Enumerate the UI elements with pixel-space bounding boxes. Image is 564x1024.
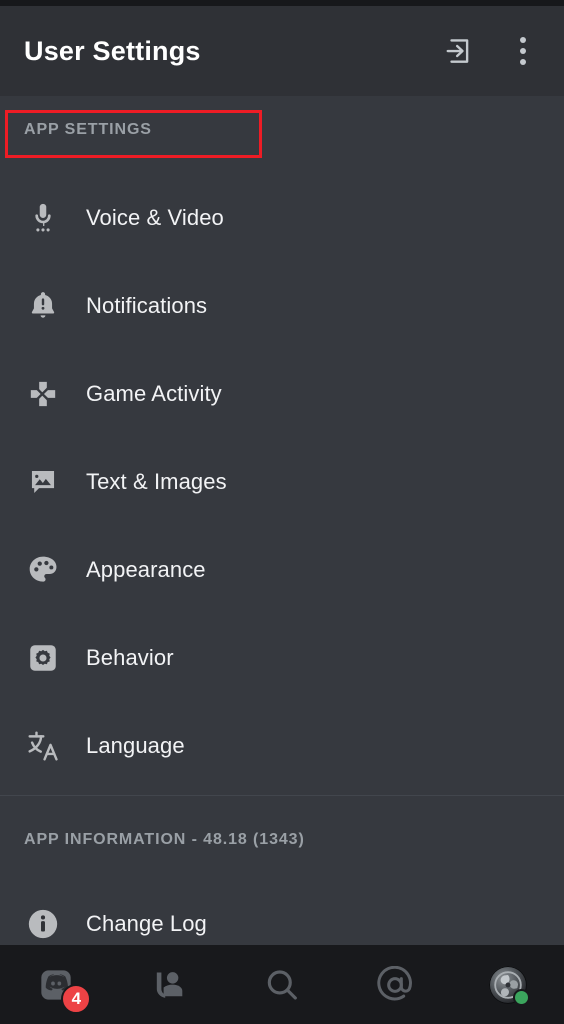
- settings-item-label: Notifications: [86, 293, 208, 318]
- settings-item-language[interactable]: Language: [0, 702, 564, 790]
- settings-item-behavior[interactable]: Behavior: [0, 614, 564, 702]
- settings-item-label: Voice & Video: [86, 205, 224, 230]
- settings-item-notifications[interactable]: Notifications: [0, 262, 564, 350]
- unread-badge: 4: [61, 983, 92, 1014]
- at-mention-icon: [377, 965, 412, 1000]
- avatar: [488, 965, 530, 1006]
- search-icon: [267, 969, 297, 1000]
- microphone-icon: [0, 174, 86, 262]
- more-vertical-icon[interactable]: [506, 34, 540, 68]
- nav-item-search[interactable]: [226, 945, 339, 1024]
- bottom-navigation-bar: 4: [0, 945, 564, 1024]
- header-actions: [442, 34, 564, 68]
- kebab-dots: [520, 37, 527, 65]
- section-label: APP SETTINGS: [24, 121, 152, 138]
- settings-item-voice-video[interactable]: Voice & Video: [0, 174, 564, 262]
- gear-square-icon: [0, 614, 86, 702]
- settings-item-game-activity[interactable]: Game Activity: [0, 350, 564, 438]
- settings-item-label: Change Log: [86, 911, 207, 936]
- nav-item-servers[interactable]: 4: [0, 945, 113, 1024]
- settings-item-text-images[interactable]: Text & Images: [0, 438, 564, 526]
- settings-item-label: Game Activity: [86, 381, 222, 406]
- settings-item-label: Text & Images: [86, 469, 227, 494]
- online-status-indicator: [512, 988, 530, 1006]
- translate-icon: [0, 702, 86, 790]
- friends-wave-icon: [156, 971, 183, 998]
- nav-item-friends[interactable]: [113, 945, 226, 1024]
- settings-item-label: Language: [86, 733, 185, 758]
- settings-item-label: Behavior: [86, 645, 174, 670]
- page-title: User Settings: [24, 35, 201, 66]
- image-message-icon: [0, 438, 86, 526]
- section-label: APP INFORMATION - 48.18 (1343): [24, 831, 305, 848]
- gamepad-dpad-icon: [0, 350, 86, 438]
- nav-item-mentions[interactable]: [338, 945, 451, 1024]
- section-header-app-settings: APP SETTINGS: [0, 102, 564, 158]
- section-divider: [0, 795, 564, 796]
- section-header-app-information: APP INFORMATION - 48.18 (1343): [0, 812, 564, 868]
- palette-icon: [0, 526, 86, 614]
- settings-item-label: Appearance: [86, 557, 206, 582]
- settings-item-appearance[interactable]: Appearance: [0, 526, 564, 614]
- logout-icon[interactable]: [442, 34, 476, 68]
- app-settings-list: Voice & Video Notifications Game Activit…: [0, 174, 564, 790]
- user-settings-screen: User Settings APP SETTINGS Voice & Video…: [0, 0, 564, 1024]
- nav-item-profile[interactable]: [451, 945, 564, 1024]
- bell-alert-icon: [0, 262, 86, 350]
- app-header: User Settings: [0, 6, 564, 96]
